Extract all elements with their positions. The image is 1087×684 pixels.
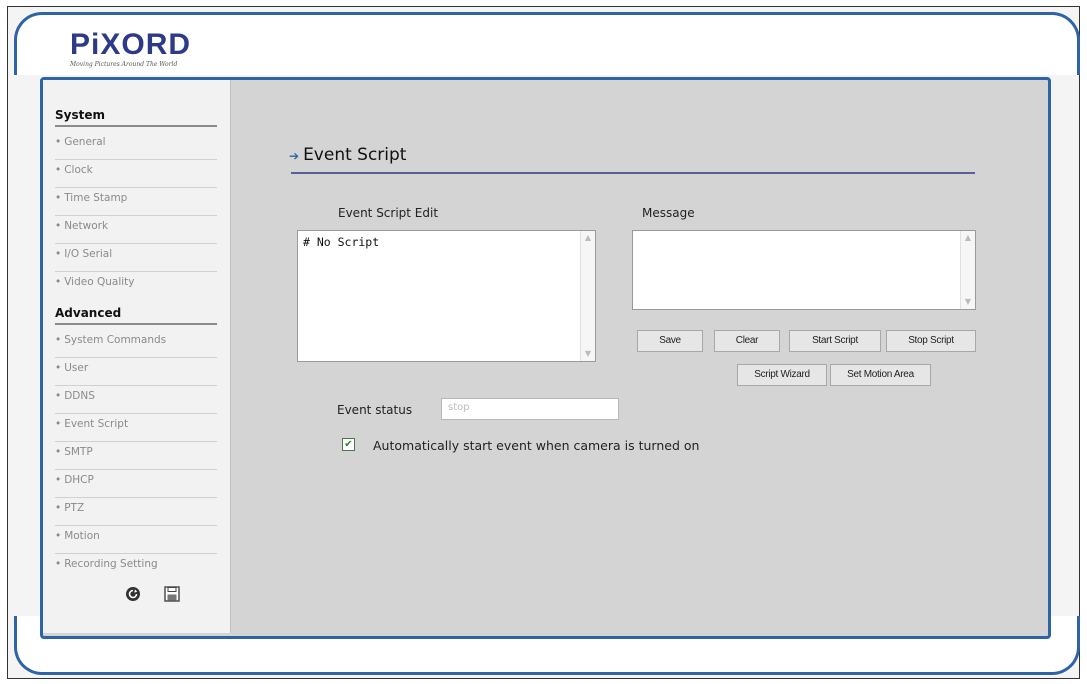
scroll-up-icon[interactable]: ▲ xyxy=(962,232,974,244)
brand-logo: PiXORD Moving Pictures Around The World xyxy=(70,28,192,69)
bullet-icon: • xyxy=(55,558,62,570)
bullet-icon: • xyxy=(55,276,62,288)
sidebar-item-label: SMTP xyxy=(64,446,93,458)
sidebar-item-label: General xyxy=(64,136,106,148)
clear-button[interactable]: Clear xyxy=(714,330,780,352)
sidebar-item-recording-setting[interactable]: • Recording Setting xyxy=(55,554,217,581)
sidebar-item-time-stamp[interactable]: • Time Stamp xyxy=(55,188,217,216)
message-label: Message xyxy=(642,206,695,220)
sidebar-item-label: DDNS xyxy=(64,390,95,402)
sidebar-item-ddns[interactable]: • DDNS xyxy=(55,386,217,414)
scroll-down-icon[interactable]: ▼ xyxy=(582,348,594,360)
sidebar-item-label: I/O Serial xyxy=(64,248,113,260)
autostart-checkbox[interactable]: ✔ xyxy=(342,438,355,451)
logo-text: PiXORD xyxy=(70,28,192,61)
message-textarea[interactable]: ▲ ▼ xyxy=(632,230,976,310)
sidebar-item-label: Motion xyxy=(64,530,100,542)
script-wizard-button[interactable]: Script Wizard xyxy=(737,364,827,386)
sidebar-item-event-script[interactable]: • Event Script xyxy=(55,414,217,442)
bullet-icon: • xyxy=(55,192,62,204)
sidebar-item-label: Network xyxy=(64,220,109,232)
bullet-icon: • xyxy=(55,334,62,346)
message-scrollbar[interactable]: ▲ ▼ xyxy=(960,231,975,309)
sidebar-item-label: DHCP xyxy=(64,474,94,486)
refresh-icon[interactable] xyxy=(125,586,141,602)
sidebar-item-io-serial[interactable]: • I/O Serial xyxy=(55,244,217,272)
bullet-icon: • xyxy=(55,446,62,458)
autostart-label: Automatically start event when camera is… xyxy=(373,438,700,453)
editor-label: Event Script Edit xyxy=(338,206,439,220)
set-motion-area-button[interactable]: Set Motion Area xyxy=(830,364,931,386)
bullet-icon: • xyxy=(55,136,62,148)
sidebar-item-motion[interactable]: • Motion xyxy=(55,526,217,554)
sidebar-item-label: User xyxy=(64,362,89,374)
stop-script-button[interactable]: Stop Script xyxy=(886,330,976,352)
scroll-up-icon[interactable]: ▲ xyxy=(582,232,594,244)
bullet-icon: • xyxy=(55,418,62,430)
bullet-icon: • xyxy=(55,474,62,486)
sidebar-item-general[interactable]: • General xyxy=(55,132,217,160)
editor-content[interactable]: # No Script xyxy=(298,231,595,249)
sidebar-item-dhcp[interactable]: • DHCP xyxy=(55,470,217,498)
sidebar-item-label: PTZ xyxy=(64,502,85,514)
bullet-icon: • xyxy=(55,220,62,232)
start-script-button[interactable]: Start Script xyxy=(789,330,881,352)
sidebar-item-system-commands[interactable]: • System Commands xyxy=(55,330,217,358)
sidebar-item-label: Event Script xyxy=(64,418,129,430)
bullet-icon: • xyxy=(55,164,62,176)
sidebar-item-label: Video Quality xyxy=(64,276,135,288)
arrow-right-icon: ➔ xyxy=(289,149,300,163)
bullet-icon: • xyxy=(55,390,62,402)
save-disk-icon[interactable] xyxy=(164,586,180,602)
page-title: ➔ Event Script xyxy=(289,145,406,165)
title-divider xyxy=(291,172,975,174)
bullet-icon: • xyxy=(55,362,62,374)
sidebar-item-clock[interactable]: • Clock xyxy=(55,160,217,188)
sidebar: System • General • Clock • Time Stamp • Netw… xyxy=(43,80,231,633)
logo-tagline: Moving Pictures Around The World xyxy=(70,61,178,68)
page-title-text: Event Script xyxy=(303,145,407,165)
sidebar-item-ptz[interactable]: • PTZ xyxy=(55,498,217,526)
sidebar-item-network[interactable]: • Network xyxy=(55,216,217,244)
message-content[interactable] xyxy=(633,231,975,235)
sidebar-item-label: Clock xyxy=(64,164,93,176)
bullet-icon: • xyxy=(55,502,62,514)
sidebar-item-smtp[interactable]: • SMTP xyxy=(55,442,217,470)
bullet-icon: • xyxy=(55,248,62,260)
bullet-icon: • xyxy=(55,530,62,542)
event-status-label: Event status xyxy=(337,403,413,417)
event-status-field: stop xyxy=(441,398,619,420)
sidebar-item-label: Time Stamp xyxy=(64,192,128,204)
sidebar-item-label: Recording Setting xyxy=(64,558,158,570)
sidebar-item-label: System Commands xyxy=(64,334,167,346)
sidebar-item-video-quality[interactable]: • Video Quality xyxy=(55,272,217,299)
editor-scrollbar[interactable]: ▲ ▼ xyxy=(580,231,595,361)
checkmark-icon: ✔ xyxy=(344,439,353,450)
save-button[interactable]: Save xyxy=(637,330,703,352)
scroll-down-icon[interactable]: ▼ xyxy=(962,296,974,308)
sidebar-heading-system: System xyxy=(55,108,217,127)
sidebar-item-user[interactable]: • User xyxy=(55,358,217,386)
event-script-editor[interactable]: # No Script ▲ ▼ xyxy=(297,230,596,362)
sidebar-heading-advanced: Advanced xyxy=(55,306,217,325)
